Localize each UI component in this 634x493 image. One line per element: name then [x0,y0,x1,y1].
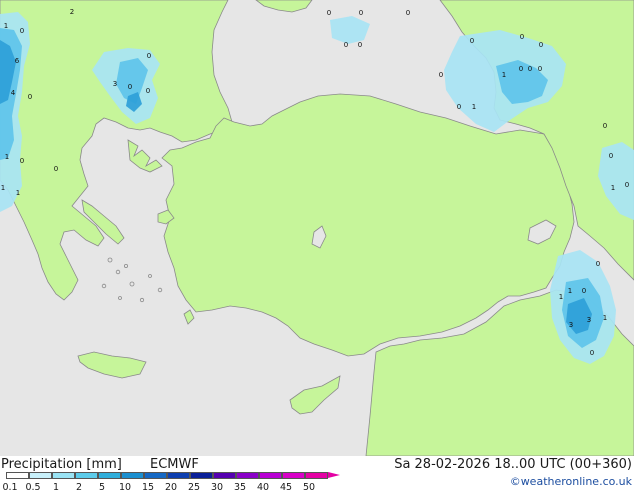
colorbar-segment [121,472,144,479]
colorbar-tick-label: 0.1 [2,482,18,493]
value-label: 0 [128,83,132,91]
footer-datetime: Sa 28-02-2026 18..00 UTC (00+360) [394,457,632,472]
value-label: 0 [20,27,24,35]
value-label: 0 [327,9,331,17]
value-label: 0 [603,122,607,130]
colorbar-segment [167,472,190,479]
value-label: 0 [470,37,474,45]
value-label: 1 [559,293,563,301]
colorbar-tick-label: 50 [302,482,316,493]
value-label: 0 [538,65,542,73]
map-footer: Precipitation [mm] ECMWF Sa 28-02-2026 1… [0,456,634,493]
value-label: 2 [70,8,74,16]
value-label: 0 [20,157,24,165]
value-label: 0 [520,33,524,41]
value-label: 0 [528,65,532,73]
value-label: 1 [603,314,607,322]
value-label: 0 [582,287,586,295]
colorbar-segment [190,472,213,479]
value-label: 4 [11,89,16,97]
value-label: 1 [4,22,8,30]
value-label: 1 [502,71,506,79]
colorbar-segment [236,472,259,479]
colorbar-arrow [328,472,340,478]
value-label: 3 [569,321,573,329]
precipitation-map: 2 1 0 0 0 0 0 0 6 4 0 0 3 0 0 1 0 0 1 1 … [0,0,634,456]
colorbar-segment [305,472,328,479]
value-label: 0 [358,41,362,49]
value-label: 0 [609,152,613,160]
value-label: 0 [359,9,363,17]
value-label: 0 [439,71,443,79]
colorbar-segment [213,472,236,479]
value-label: 0 [590,349,594,357]
value-label: 0 [625,181,629,189]
value-label: 0 [147,52,151,60]
colorbar-segment [75,472,98,479]
value-label: 0 [146,87,150,95]
colorbar-segment [6,472,29,479]
value-label: 3 [587,316,591,324]
colorbar-tick-label: 40 [256,482,270,493]
value-label: 0 [54,165,58,173]
footer-credit: ©weatheronline.co.uk [509,475,632,488]
value-label: 3 [113,80,117,88]
value-label: 0 [519,65,523,73]
colorbar-tick-label: 10 [118,482,132,493]
value-label: 1 [568,287,572,295]
value-label: 1 [1,184,5,192]
colorbar-tick-label: 1 [52,482,60,493]
value-label: 0 [539,41,543,49]
footer-model: ECMWF [150,457,199,472]
value-label: 0 [596,260,600,268]
colorbar-tick-label: 0.5 [25,482,41,493]
value-label: 0 [344,41,348,49]
colorbar-segment [29,472,52,479]
colorbar-tick-label: 45 [279,482,293,493]
value-label: 6 [15,57,20,65]
value-label: 1 [472,103,476,111]
colorbar-tick-label: 25 [187,482,201,493]
colorbar-tick-label: 35 [233,482,247,493]
value-label: 1 [5,153,9,161]
colorbar-segment [98,472,121,479]
value-label: 1 [611,184,615,192]
value-label: 1 [16,189,20,197]
colorbar-segment [282,472,305,479]
colorbar-segment [144,472,167,479]
footer-title: Precipitation [mm] [1,457,122,472]
colorbar-segment [52,472,75,479]
value-label: 0 [406,9,410,17]
colorbar-tick-label: 2 [75,482,83,493]
colorbar-segment [259,472,282,479]
colorbar-tick-label: 30 [210,482,224,493]
value-label: 0 [457,103,461,111]
colorbar-tick-label: 5 [98,482,106,493]
colorbar-tick-label: 20 [164,482,178,493]
colorbar-tick-label: 15 [141,482,155,493]
value-label: 0 [28,93,32,101]
